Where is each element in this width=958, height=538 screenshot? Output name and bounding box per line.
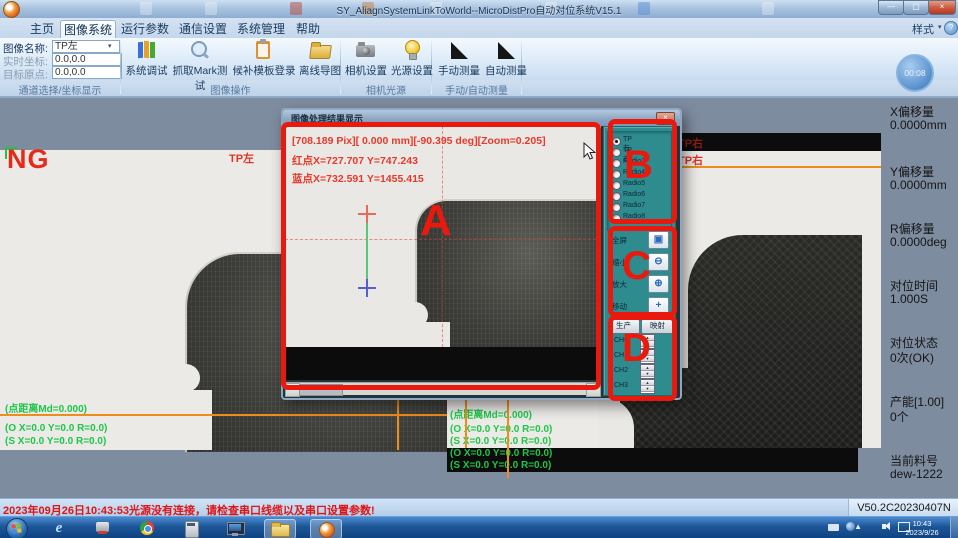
right-s-text-2: (S X=0.0 Y=0.0 R=0.0) [450,460,551,471]
left-part-notch [172,364,200,392]
right-crosshair-v1 [465,396,467,448]
annotation-letter-c: C [622,244,651,289]
clipboard-icon [252,39,276,61]
annotation-box-a [281,122,601,390]
template-register-button[interactable]: 候补模板登录 [232,39,296,78]
clock-date: 2023/9/26 [900,528,944,537]
camera-settings-button[interactable]: 相机设置 [344,39,388,78]
books-icon [135,39,159,61]
info-capacity-value: 0个 [890,408,909,425]
version-label: V50.2C20230407N [848,499,958,517]
magnifier-icon [188,39,212,61]
taskbar-remote-tool-icon[interactable] [88,519,118,537]
light-settings-button[interactable]: 光源设置 [390,39,434,78]
right-o-text-2: (O X=0.0 Y=0.0 R=0.0) [450,448,552,459]
target-origin-label: 目标原点: [3,67,48,82]
style-caret-icon: ▾ [938,23,942,31]
left-o-text: (O X=0.0 Y=0.0 R=0.0) [5,423,107,434]
left-crosshair-h [0,414,447,416]
annotation-letter-d: D [622,326,651,371]
status-bar: 2023年09月26日10:43:53光源没有连接，请检查串口线缆以及串口设置参… [0,498,958,517]
group-label-channel: 通道选择/坐标显示 [0,82,120,97]
info-y-offset-value: 0.0000mm [890,178,947,192]
tab-help[interactable]: 帮助 [292,20,324,38]
left-s-text: (S X=0.0 Y=0.0 R=0.0) [5,436,106,447]
taskbar-display-icon[interactable] [220,519,250,537]
tab-image-system[interactable]: 图像系统 [60,20,116,39]
help-icon[interactable]: ? [944,21,958,35]
combobox-caret-icon[interactable]: ▾ [108,42,112,50]
info-part-number-value: dew-1222 [890,467,943,481]
target-origin-field[interactable]: 0.0,0.0 [52,66,122,79]
annotation-letter-b: B [624,143,653,188]
left-part-cut [185,390,212,450]
set-square-icon [494,39,518,61]
app-window: SY_AliagnSystemLinkToWorld--MicroDistPro… [0,0,958,538]
windows-flag-icon [11,523,21,533]
taskbar-chrome-icon[interactable] [132,519,162,537]
tab-run-params[interactable]: 运行参数 [118,20,172,38]
system-debug-button[interactable]: 系统调试 [124,39,169,78]
taskbar-clock[interactable]: 10:43 2023/9/26 [900,519,944,537]
maximize-button[interactable]: ▢ [903,0,929,15]
windows-taskbar: e ▲ [0,516,958,538]
close-button[interactable]: × [928,0,956,15]
left-result-text: NG [7,144,50,175]
bulb-icon [400,39,424,61]
tab-system-mgmt[interactable]: 系统管理 [234,20,288,38]
window-titlebar[interactable]: SY_AliagnSystemLinkToWorld--MicroDistPro… [0,0,958,19]
info-r-offset-value: 0.0000deg [890,235,947,249]
info-align-time-value: 1.000S [890,292,928,306]
taskbar-calculator-icon[interactable] [176,519,206,537]
tab-comm-settings[interactable]: 通信设置 [176,20,230,38]
annotation-letter-a: A [420,196,452,246]
timer-badge: 00:08 [896,54,934,92]
camera-icon [354,39,378,61]
realtime-coord-field[interactable]: 0.0,0.0 [52,53,122,66]
offline-map-button[interactable]: 离线导图 [298,39,342,78]
tab-home[interactable]: 主页 [26,20,58,38]
taskbar-folder-icon[interactable] [264,519,296,538]
group-label-measure: 手动/自动测量 [432,82,521,97]
info-x-offset-value: 0.0000mm [890,118,947,132]
show-desktop-button[interactable] [950,517,958,538]
group-label-image-ops: 图像操作 [121,82,340,97]
right-crosshair-h [676,166,881,168]
auto-measure-button[interactable]: 自动测量 [483,39,529,78]
start-button[interactable] [6,518,28,538]
right-part-image [688,235,862,448]
group-label-camera-light: 相机光源 [341,82,431,97]
info-align-status-value: 0次(OK) [890,349,934,366]
set-square-icon [447,39,471,61]
minimize-button[interactable]: — [878,0,904,15]
right-crosshair-v2 [507,396,509,478]
tray-hidden-icons-button[interactable]: ▲ [854,522,862,531]
left-crosshair-v [397,396,399,450]
style-menu[interactable]: 样式 [912,21,934,37]
left-view-tag: TP左 [229,150,254,166]
folder-icon [308,39,332,61]
right-md-text: (点距离Md=0.000) [450,406,532,421]
clock-time: 10:43 [900,519,944,528]
left-md-text: (点距离Md=0.000) [5,400,87,415]
manual-measure-button[interactable]: 手动测量 [436,39,482,78]
taskbar-ie-icon[interactable]: e [44,519,74,537]
window-title: SY_AliagnSystemLinkToWorld--MicroDistPro… [0,2,958,17]
taskbar-align-app-icon[interactable] [310,519,342,538]
